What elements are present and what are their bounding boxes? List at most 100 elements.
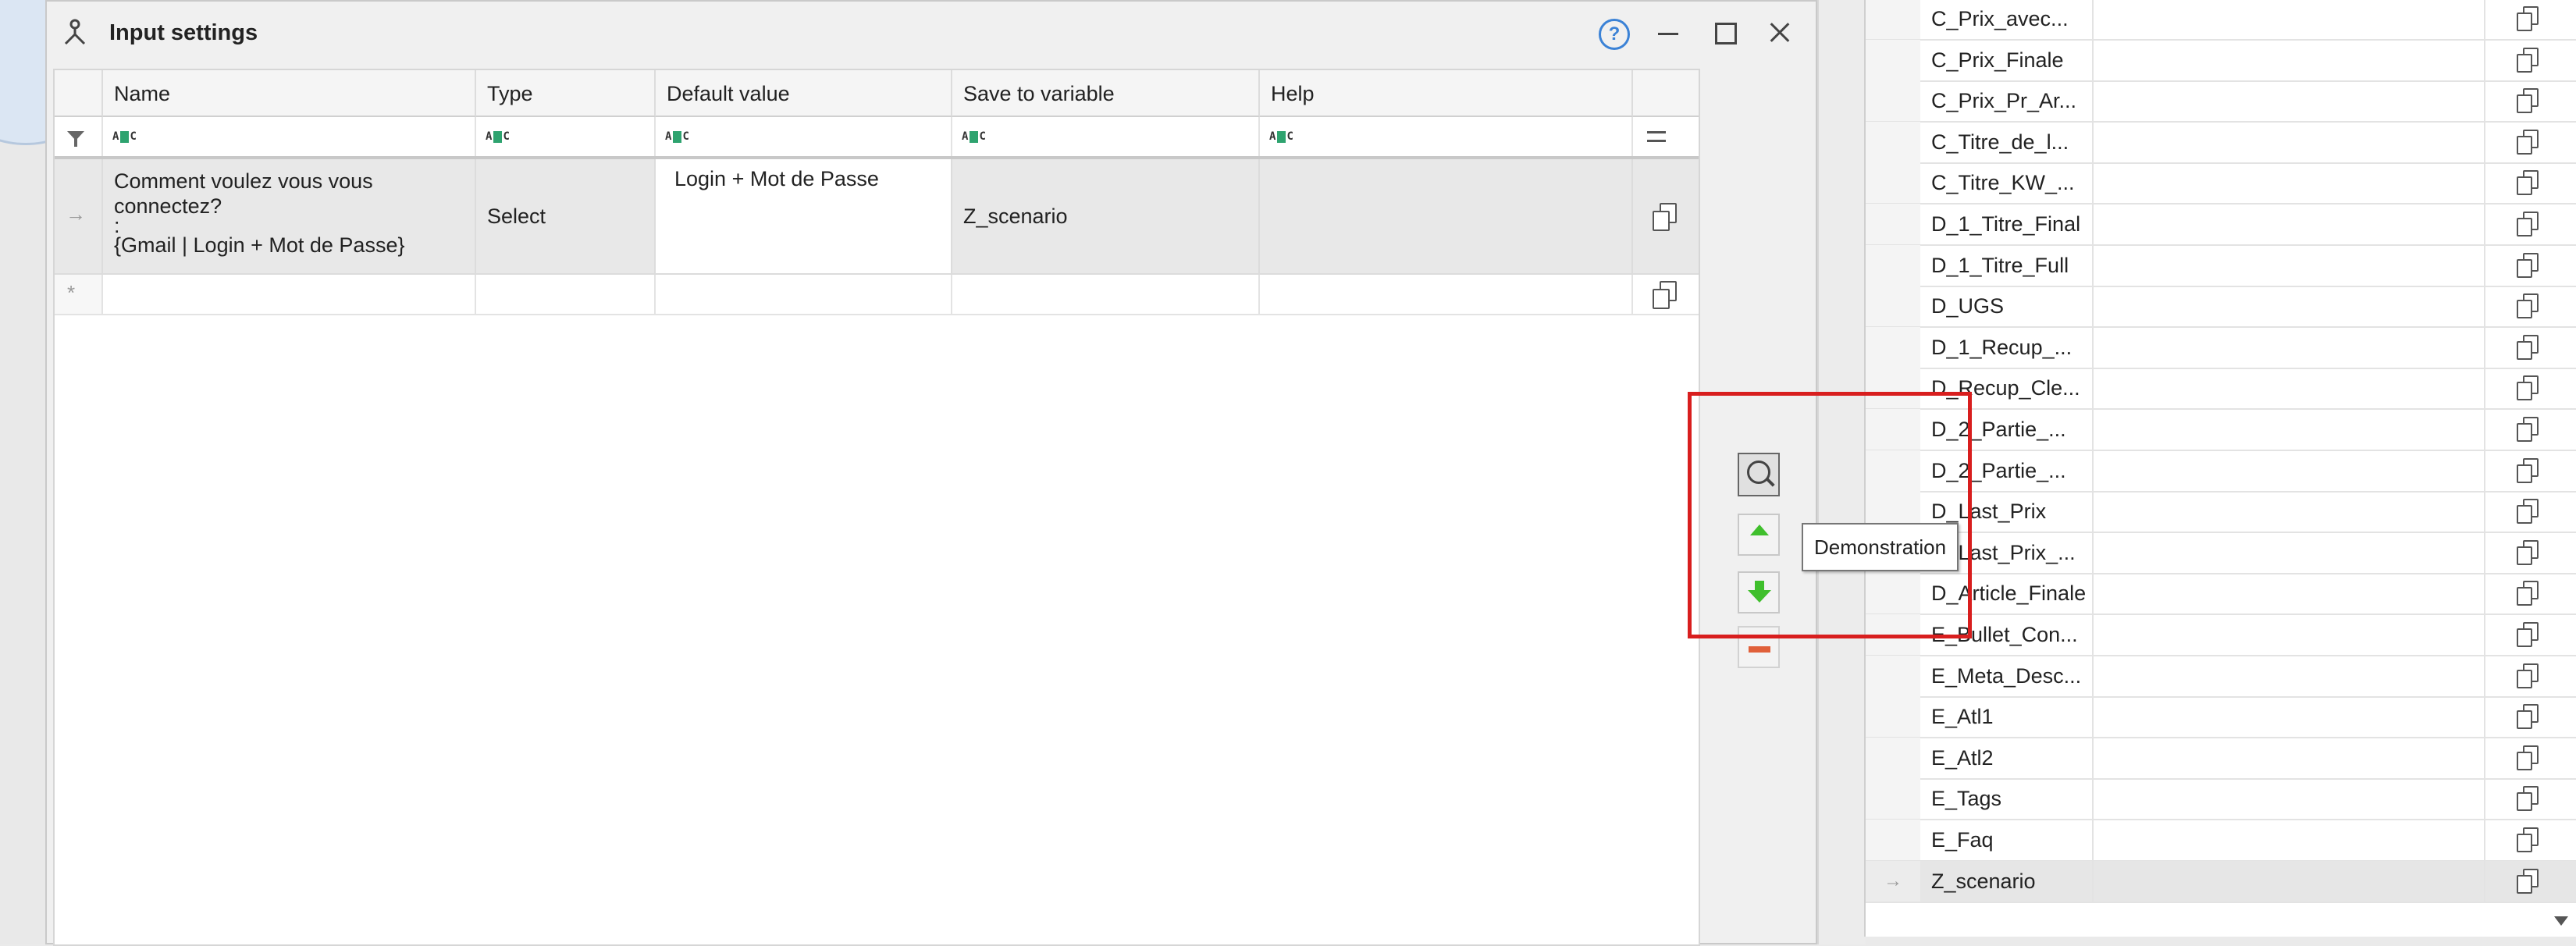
copy-variable-button[interactable] xyxy=(2493,820,2568,860)
new-cell-default-value[interactable] xyxy=(656,275,952,314)
table-row[interactable]: → Comment voulez vous vous connectez? : … xyxy=(55,159,1699,275)
variable-row[interactable]: → Z_scenario xyxy=(1866,860,2576,903)
variable-name[interactable]: E_Meta_Desc... xyxy=(1931,656,2392,696)
copy-variable-button[interactable] xyxy=(2493,450,2568,491)
new-cell-action[interactable] xyxy=(1633,275,1699,314)
variable-name[interactable]: D_2_Partie_... xyxy=(1931,450,2392,491)
copy-variable-button[interactable] xyxy=(2493,738,2568,778)
variable-name[interactable]: Z_scenario xyxy=(1931,861,2392,902)
variable-row[interactable]: C_Titre_de_l... xyxy=(1866,121,2576,164)
column-header-save-to-variable[interactable]: Save to variable xyxy=(952,70,1260,117)
variable-row[interactable]: C_Prix_Pr_Ar... xyxy=(1866,80,2576,123)
copy-variable-button[interactable] xyxy=(2493,778,2568,819)
variable-name[interactable]: D_1_Recup_... xyxy=(1931,327,2392,368)
scroll-down-icon[interactable] xyxy=(2554,916,2568,926)
variable-row[interactable]: E_Tags xyxy=(1866,778,2576,821)
variable-name[interactable]: E_Bullet_Con... xyxy=(1931,614,2392,655)
variable-row[interactable]: D_Last_Prix_... xyxy=(1866,532,2576,574)
copy-variable-button[interactable] xyxy=(2493,656,2568,696)
copy-variable-button[interactable] xyxy=(2493,491,2568,532)
copy-variable-button[interactable] xyxy=(2493,162,2568,203)
copy-icon[interactable] xyxy=(1650,279,1681,311)
cell-default-value[interactable]: Login + Mot de Passe xyxy=(656,159,952,273)
copy-variable-button[interactable] xyxy=(2493,368,2568,408)
filter-cell-save-to-variable[interactable]: AC xyxy=(952,117,1260,156)
variable-name[interactable]: D_1_Titre_Final xyxy=(1931,204,2392,244)
variable-name[interactable]: E_Tags xyxy=(1931,778,2392,819)
variable-row[interactable]: D_Article_Finale xyxy=(1866,573,2576,616)
variable-name[interactable]: D_UGS xyxy=(1931,286,2392,326)
variable-row[interactable]: E_Meta_Desc... xyxy=(1866,655,2576,698)
new-cell-name[interactable] xyxy=(103,275,476,314)
variable-row[interactable]: C_Prix_Finale xyxy=(1866,39,2576,82)
filter-cell-type[interactable]: AC xyxy=(476,117,656,156)
variable-name[interactable]: D_Recup_Cle... xyxy=(1931,368,2392,408)
variable-name[interactable]: C_Prix_Finale xyxy=(1931,40,2392,80)
variable-name[interactable]: C_Titre_de_l... xyxy=(1931,122,2392,162)
cell-name[interactable]: Comment voulez vous vous connectez? : {G… xyxy=(103,159,476,273)
maximize-button[interactable] xyxy=(1706,14,1744,52)
variable-row[interactable]: C_Prix_avec... xyxy=(1866,0,2576,41)
variable-name[interactable]: E_Atl1 xyxy=(1931,696,2392,737)
column-menu-icon[interactable] xyxy=(1647,131,1666,142)
variable-name[interactable]: D_1_Titre_Full xyxy=(1931,245,2392,286)
copy-variable-button[interactable] xyxy=(2493,409,2568,450)
variable-name[interactable]: C_Titre_KW_... xyxy=(1931,162,2392,203)
variable-row[interactable]: D_1_Titre_Full xyxy=(1866,244,2576,287)
copy-variable-button[interactable] xyxy=(2493,204,2568,244)
variable-row[interactable]: D_2_Partie_... xyxy=(1866,450,2576,493)
variable-name[interactable]: E_Faq xyxy=(1931,820,2392,860)
copy-variable-button[interactable] xyxy=(2493,286,2568,326)
variable-row[interactable]: D_Last_Prix xyxy=(1866,491,2576,534)
variable-row[interactable]: C_Titre_KW_... xyxy=(1866,162,2576,205)
cell-help[interactable] xyxy=(1260,159,1633,273)
title-bar[interactable]: Input settings ? xyxy=(47,2,1816,64)
variable-row[interactable]: D_1_Recup_... xyxy=(1866,326,2576,369)
copy-variable-button[interactable] xyxy=(2493,861,2568,902)
copy-variable-button[interactable] xyxy=(2493,122,2568,162)
variable-name[interactable]: E_Atl2 xyxy=(1931,738,2392,778)
new-cell-save-to-variable[interactable] xyxy=(952,275,1260,314)
variable-name[interactable]: D_2_Partie_... xyxy=(1931,409,2392,450)
copy-variable-button[interactable] xyxy=(2493,80,2568,121)
minimize-button[interactable] xyxy=(1650,14,1688,52)
copy-variable-button[interactable] xyxy=(2493,614,2568,655)
copy-variable-button[interactable] xyxy=(2493,327,2568,368)
copy-variable-button[interactable] xyxy=(2493,573,2568,613)
copy-icon[interactable] xyxy=(1650,201,1681,233)
column-header-type[interactable]: Type xyxy=(476,70,656,117)
cell-action[interactable] xyxy=(1633,159,1699,273)
copy-variable-button[interactable] xyxy=(2493,532,2568,573)
variable-row[interactable]: D_Recup_Cle... xyxy=(1866,368,2576,411)
copy-variable-button[interactable] xyxy=(2493,40,2568,80)
variable-name[interactable]: C_Prix_avec... xyxy=(1931,0,2392,39)
variable-row[interactable]: E_Bullet_Con... xyxy=(1866,614,2576,656)
variable-name[interactable]: D_Last_Prix xyxy=(1931,491,2392,532)
column-header-default-value[interactable]: Default value xyxy=(656,70,952,117)
close-button[interactable] xyxy=(1761,14,1799,52)
variable-row[interactable]: D_UGS xyxy=(1866,286,2576,329)
copy-variable-button[interactable] xyxy=(2493,245,2568,286)
column-header-name[interactable]: Name xyxy=(103,70,476,117)
variable-row[interactable]: D_1_Titre_Final xyxy=(1866,204,2576,246)
new-cell-help[interactable] xyxy=(1260,275,1633,314)
variable-name[interactable]: C_Prix_Pr_Ar... xyxy=(1931,80,2392,121)
help-button[interactable]: ? xyxy=(1594,14,1631,52)
new-cell-type[interactable] xyxy=(476,275,656,314)
column-header-help[interactable]: Help xyxy=(1260,70,1633,117)
variable-row[interactable]: E_Atl1 xyxy=(1866,696,2576,739)
variable-name[interactable]: D_Last_Prix_... xyxy=(1931,532,2392,573)
cell-save-to-variable[interactable]: Z_scenario xyxy=(952,159,1260,273)
new-row[interactable]: * xyxy=(55,275,1699,315)
filter-cell-name[interactable]: AC xyxy=(103,117,476,156)
copy-variable-button[interactable] xyxy=(2493,0,2568,39)
variable-row-indicator: → xyxy=(1866,860,1920,902)
variable-row[interactable]: E_Faq xyxy=(1866,820,2576,862)
variable-row[interactable]: E_Atl2 xyxy=(1866,737,2576,780)
filter-cell-default-value[interactable]: AC xyxy=(656,117,952,156)
copy-variable-button[interactable] xyxy=(2493,696,2568,737)
filter-cell-help[interactable]: AC xyxy=(1260,117,1633,156)
cell-type[interactable]: Select xyxy=(476,159,656,273)
variable-name[interactable]: D_Article_Finale xyxy=(1931,573,2392,613)
variable-row[interactable]: D_2_Partie_... xyxy=(1866,409,2576,451)
